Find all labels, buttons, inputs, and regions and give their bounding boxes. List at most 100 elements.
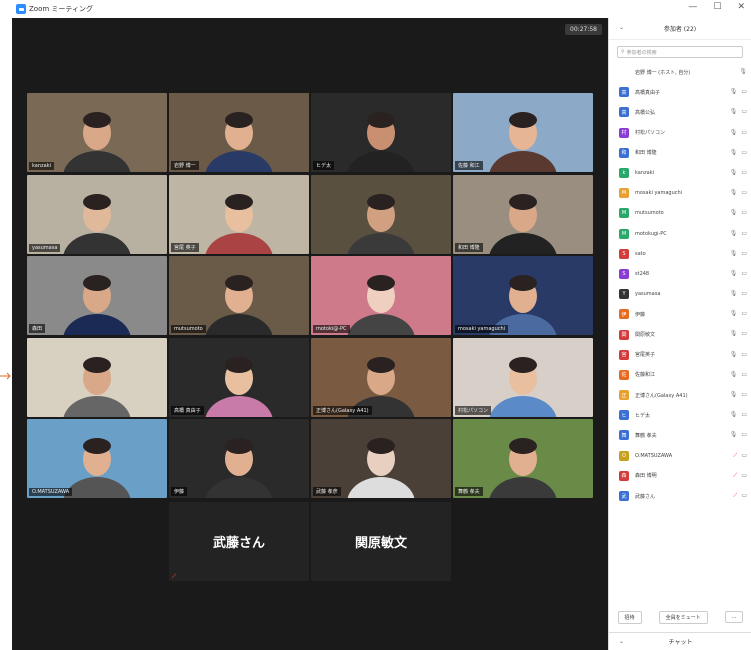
chevron-down-icon: ⌄ xyxy=(619,638,625,645)
participant-row[interactable]: Ssato 🎙︎ ▭ xyxy=(619,244,751,264)
mic-icon: 🎙︎ xyxy=(729,330,738,338)
chevron-down-icon[interactable]: ⌄ xyxy=(619,24,624,31)
video-tile[interactable]: yasumasa xyxy=(27,174,167,254)
camera-icon: ▭ xyxy=(741,411,747,419)
participant-avatar: M xyxy=(619,228,629,239)
video-tile[interactable] xyxy=(27,337,167,417)
video-tile[interactable]: 和田 博隆 xyxy=(453,174,593,254)
mic-icon: 🎙︎ xyxy=(729,249,738,257)
participant-row[interactable]: Mmosaki yamaguchi 🎙︎ ▭ xyxy=(619,183,751,203)
video-tile[interactable]: 武藤 孝彦 xyxy=(311,419,451,498)
video-tile[interactable]: 佐藤 和江 xyxy=(453,93,593,172)
participant-name: 高橋真由子 xyxy=(635,89,661,96)
mic-icon: 🎙︎ xyxy=(729,310,738,318)
minimize-button[interactable]: — xyxy=(688,2,697,12)
tile-name-label: mosaki yamaguchi xyxy=(455,325,509,333)
participant-row[interactable]: 関関原敏文 🎙︎ ▭ xyxy=(619,324,751,344)
participant-avatar: 武 xyxy=(619,491,629,502)
mic-icon: 🎙︎ xyxy=(729,391,738,398)
video-tile[interactable]: ヒデ太 xyxy=(311,93,451,172)
video-tile[interactable]: 舞鶴 孝夫 xyxy=(453,419,593,498)
participant-avatar: M xyxy=(619,208,629,219)
participant-row[interactable]: ヒヒデ太 🎙︎ ▭ xyxy=(619,405,751,425)
camera-icon: ▭ xyxy=(741,370,747,378)
participants-title: 参加者 (22) xyxy=(663,26,697,33)
participant-self[interactable]: 岩野 博一 (ホスト, 自分) 🎙︎ xyxy=(619,62,751,82)
video-tile[interactable]: O.MATSUZAWA xyxy=(27,419,167,498)
participant-row[interactable]: k kanzaki 🎙︎ ▭ xyxy=(619,163,751,183)
participant-row[interactable]: 森森田 博明 ⟋ ▭ xyxy=(619,466,751,486)
participant-status-icons: 🎙︎ ▭ xyxy=(730,189,747,196)
participant-video-figure xyxy=(63,193,131,254)
participant-status-icons: 🎙︎ xyxy=(739,68,747,75)
window-titlebar: Zoom ミーティング — ☐ ✕ xyxy=(12,0,751,18)
pointer-arrow-icon xyxy=(0,372,11,380)
participant-name: 舞鶴 孝夫 xyxy=(635,432,657,439)
mic-icon: 🎙︎ xyxy=(729,168,738,176)
more-button[interactable]: ... xyxy=(724,611,744,623)
tile-name-label: 高橋 真由子 xyxy=(171,405,204,415)
participant-row[interactable]: 佐佐藤和江 🎙︎ ▭ xyxy=(619,365,751,385)
participant-row[interactable]: Yyasumasa 🎙︎ ▭ xyxy=(619,284,751,304)
mic-icon: 🎙︎ xyxy=(739,68,747,75)
video-tile[interactable]: mutsumoto xyxy=(169,256,309,335)
mute-all-button[interactable]: 全員をミュート xyxy=(658,610,708,624)
tile-name-label: motoki@-PC xyxy=(313,325,350,333)
tile-name-label: 宮尾 英子 xyxy=(171,242,199,252)
participant-row[interactable]: 正正博さん(Galaxy A41) 🎙︎ ▭ xyxy=(619,385,751,405)
video-tile[interactable]: 高橋 真由子 xyxy=(169,337,309,417)
participants-header: ⌄ 参加者 (22) xyxy=(609,18,751,40)
participant-row[interactable]: 和和田 博隆 🎙︎ ▭ xyxy=(619,143,751,163)
participant-row[interactable]: 舞舞鶴 孝夫 🎙︎ ▭ xyxy=(619,425,751,445)
video-tile[interactable]: motoki@-PC xyxy=(311,256,451,335)
camera-icon: ▭ xyxy=(741,310,747,318)
camera-icon: ▭ xyxy=(741,391,747,398)
video-tile[interactable]: kanzaki xyxy=(27,93,167,172)
participant-row[interactable]: 武武藤さん ⟋ ▭ xyxy=(619,486,751,506)
participant-row[interactable]: Mmotokugi-PC 🎙︎ ▭ xyxy=(619,224,751,244)
participant-row[interactable]: 高高橋公弘 🎙︎ ▭ xyxy=(619,102,751,122)
invite-button[interactable]: 招待 xyxy=(617,610,642,624)
mic-icon: 🎙︎ xyxy=(729,431,738,439)
video-tile[interactable]: 岩野 博一 xyxy=(169,93,309,172)
camera-icon: ▭ xyxy=(741,189,747,197)
close-button[interactable]: ✕ xyxy=(737,2,745,12)
video-tile[interactable]: 宮尾 英子 xyxy=(169,174,309,254)
participant-avatar: 森 xyxy=(619,470,629,481)
maximize-button[interactable]: ☐ xyxy=(713,2,721,12)
gallery-view: 00:27:58 kanzaki 岩野 博一 ヒデ太 佐藤 和江 yasumasa 宮尾 … xyxy=(12,18,608,650)
video-tile[interactable]: 正博さん(Galaxy A41) xyxy=(311,337,451,417)
participant-row[interactable]: Sst248 🎙︎ ▭ xyxy=(619,264,751,284)
participant-name: 武藤さん xyxy=(635,493,656,500)
tile-name-label: 正博さん(Galaxy A41) xyxy=(313,405,372,415)
name-only-tile[interactable]: 関原敏文 xyxy=(311,502,451,581)
participant-row[interactable]: Mmutsumoto 🎙︎ ▭ xyxy=(619,203,751,223)
participant-row[interactable]: 伊伊藤 🎙︎ ▭ xyxy=(619,304,751,324)
participants-search-input[interactable]: ⚲ 参加者の検索 xyxy=(617,46,743,58)
mic-icon: 🎙︎ xyxy=(729,209,738,217)
participant-video-figure xyxy=(347,275,415,335)
zoom-window: Zoom ミーティング — ☐ ✕ 00:27:58 kanzaki 岩野 博一ヒ… xyxy=(0,0,751,650)
video-tile[interactable]: 村松パソコン xyxy=(453,337,593,417)
participant-row[interactable]: 高高橋真由子 🎙︎ ▭ xyxy=(619,82,751,102)
participant-status-icons: 🎙︎ ▭ xyxy=(730,310,747,317)
video-tile[interactable] xyxy=(311,174,451,254)
video-tile[interactable]: 伊藤 xyxy=(169,419,309,498)
tile-name-label: 伊藤 xyxy=(171,487,188,496)
participant-avatar: 伊 xyxy=(619,309,629,320)
participant-row[interactable]: O O.MATSUZAWA ⟋ ▭ xyxy=(619,446,751,466)
participant-name: 宮尾英子 xyxy=(635,352,656,359)
camera-icon: ▭ xyxy=(741,108,747,116)
participant-avatar: 高 xyxy=(619,87,629,98)
video-tile[interactable]: 森田 xyxy=(27,256,167,335)
tile-name-label: 和田 博隆 xyxy=(455,242,483,252)
participant-row[interactable]: 宮宮尾英子 🎙︎ ▭ xyxy=(619,345,751,365)
video-tile[interactable]: mosaki yamaguchi xyxy=(453,256,593,335)
participant-row[interactable]: 村村松パソコン 🎙︎ ▭ xyxy=(619,123,751,143)
zoom-logo-icon xyxy=(16,4,26,14)
participant-avatar: S xyxy=(619,268,629,279)
name-only-tile[interactable]: 武藤さん ⟋ xyxy=(169,502,309,581)
participant-status-icons: 🎙︎ ▭ xyxy=(730,351,747,358)
chat-bar[interactable]: ⌄ チャット xyxy=(609,632,751,650)
participant-status-icons: ⟋ ▭ xyxy=(733,452,747,460)
